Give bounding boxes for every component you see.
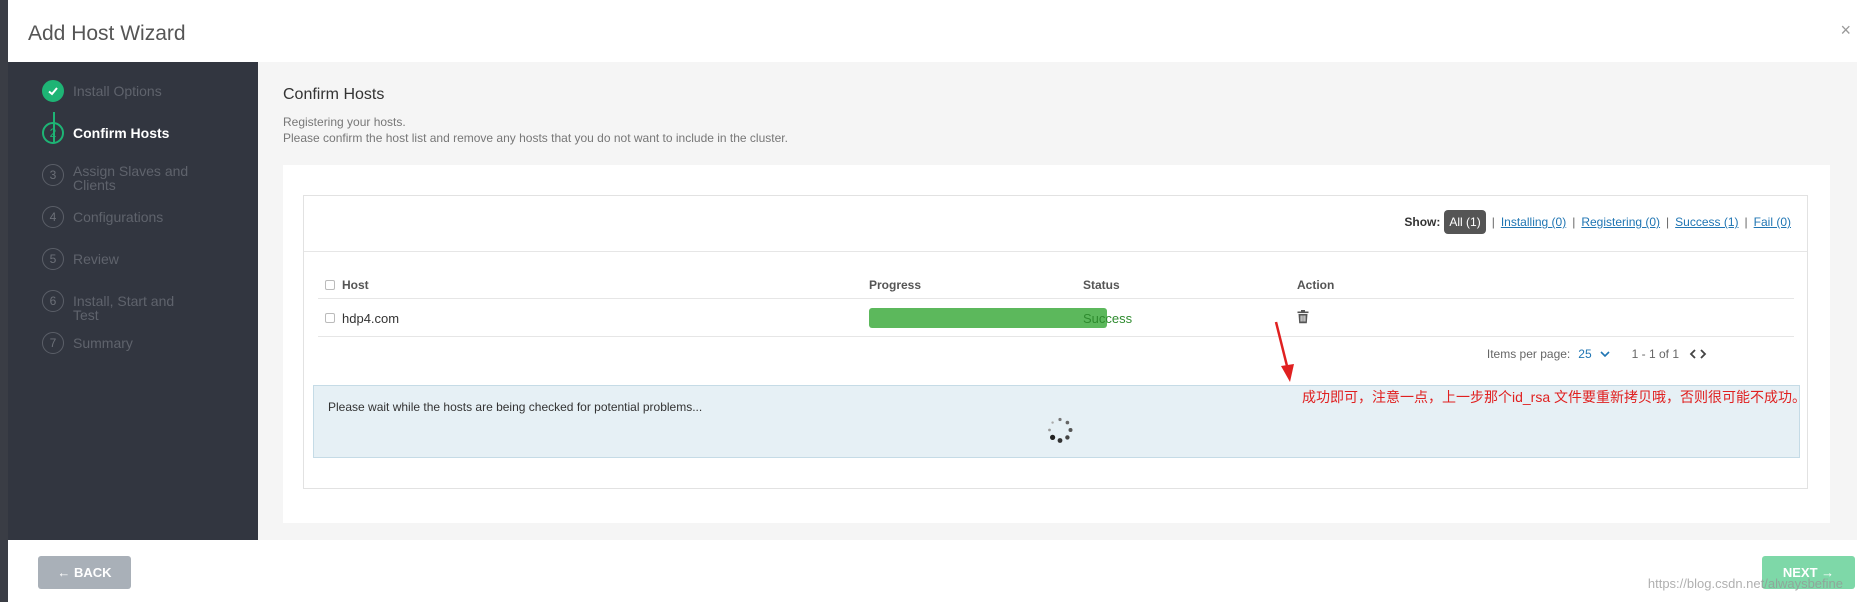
host-status[interactable]: Success (1083, 300, 1132, 336)
progress-bar (869, 308, 1107, 328)
separator: | (1572, 215, 1576, 229)
filter-success[interactable]: Success (1) (1675, 215, 1738, 229)
step-summary: 7 Summary (42, 332, 193, 354)
column-status[interactable]: Status (1083, 271, 1120, 298)
annotation-note: 成功即可，注意一点，上一步那个id_rsa 文件要重新拷贝哦，否则很可能不成功。 (1302, 389, 1807, 405)
filter-installing[interactable]: Installing (0) (1501, 215, 1566, 229)
items-per-page-select[interactable]: 25 (1578, 347, 1591, 361)
step-assign-slaves: 3 Assign Slaves and Clients (42, 164, 193, 192)
step-label: Confirm Hosts (73, 125, 170, 141)
filter-fail[interactable]: Fail (0) (1754, 215, 1791, 229)
step-configurations: 4 Configurations (42, 206, 193, 228)
close-button[interactable]: × (1840, 20, 1851, 41)
step-install-start-test: 6 Install, Start and Test (42, 290, 193, 322)
chevron-down-icon[interactable] (1600, 347, 1610, 361)
wizard-steps-sidebar: Install Options 2 Confirm Hosts 3 Assign… (8, 62, 258, 540)
column-action: Action (1297, 277, 1335, 292)
step-number: 2 (42, 122, 64, 144)
select-all-checkbox[interactable] (325, 279, 335, 290)
alert-message: Please wait while the hosts are being ch… (328, 400, 703, 414)
spinner-icon (1046, 416, 1074, 444)
main-content: Confirm Hosts Registering your hosts. Pl… (258, 62, 1857, 540)
separator: | (1744, 215, 1748, 229)
column-host[interactable]: Host (342, 271, 369, 298)
items-per-page-label: Items per page: (1486, 347, 1571, 361)
annotation-arrow (1268, 318, 1308, 393)
watermark: https://blog.csdn.net/alwaysbefine (1647, 576, 1843, 591)
step-label: Assign Slaves and Clients (73, 163, 189, 193)
page-title: Confirm Hosts (283, 86, 385, 103)
filter-registering[interactable]: Registering (0) (1581, 215, 1660, 229)
row-checkbox[interactable] (325, 313, 335, 323)
table-row: hdp4.com Success (318, 300, 1794, 337)
modal-title: Add Host Wizard (28, 22, 186, 45)
page-range: 1 - 1 of 1 (1631, 347, 1679, 361)
status-filter-bar: Show: All (1) | Installing (0) | Registe… (1404, 210, 1791, 234)
pagination: Items per page: 25 1 - 1 of 1 (1487, 346, 1707, 362)
hosts-panel: Show: All (1) | Installing (0) | Registe… (303, 195, 1808, 489)
progress-fill (869, 308, 1107, 328)
chevron-left-icon[interactable] (1689, 346, 1697, 362)
step-number: 7 (42, 332, 64, 354)
step-label: Install Options (73, 83, 162, 99)
host-name: hdp4.com (342, 310, 400, 326)
step-number: 3 (42, 164, 64, 186)
step-review: 5 Review (42, 248, 193, 270)
hosts-card: Show: All (1) | Installing (0) | Registe… (283, 165, 1830, 523)
chevron-right-icon[interactable] (1699, 346, 1707, 362)
step-label: Summary (73, 335, 133, 351)
separator: | (1491, 215, 1495, 229)
step-number: 4 (42, 206, 64, 228)
filter-all[interactable]: All (1) (1444, 210, 1486, 234)
step-confirm-hosts[interactable]: 2 Confirm Hosts (42, 122, 193, 144)
table-header: Host Progress Status Action (318, 271, 1794, 299)
step-label: Review (73, 251, 119, 267)
page-instructions: Please confirm the host list and remove … (283, 131, 788, 145)
add-host-wizard-modal: Add Host Wizard × Install Options 2 Conf… (8, 0, 1857, 602)
step-label: Configurations (73, 209, 164, 225)
separator: | (1666, 215, 1670, 229)
step-number: 5 (42, 248, 64, 270)
back-button[interactable]: ← BACK (38, 556, 131, 589)
wizard-footer: ← BACK NEXT → https://blog.csdn.net/alwa… (8, 540, 1857, 602)
divider (304, 251, 1807, 252)
page-subtitle: Registering your hosts. (283, 115, 406, 129)
step-label: Install, Start and Test (73, 293, 175, 323)
column-progress: Progress (869, 277, 922, 292)
step-install-options[interactable]: Install Options (42, 80, 193, 102)
check-icon (42, 80, 64, 102)
step-number: 6 (42, 290, 64, 312)
modal-header: Add Host Wizard × (8, 0, 1857, 62)
show-label: Show: (1404, 215, 1441, 229)
